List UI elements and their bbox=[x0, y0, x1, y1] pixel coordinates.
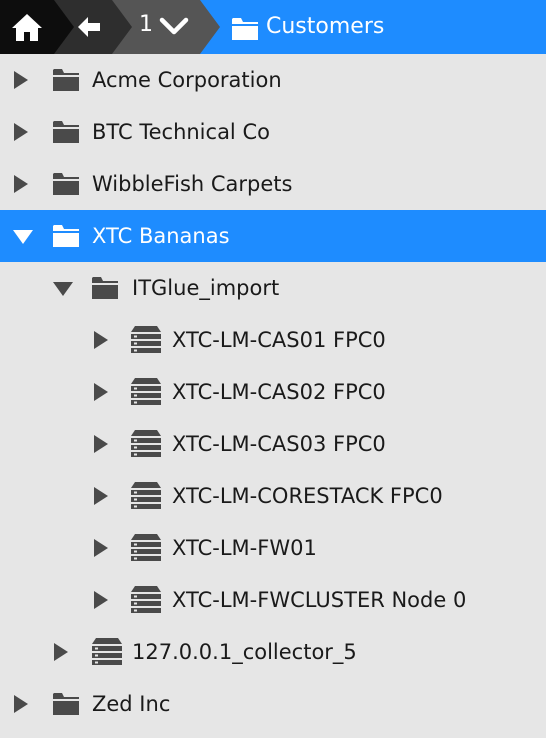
customer-tree: Acme Corporation BTC Technical Co Wibble… bbox=[0, 54, 546, 730]
tree-item[interactable]: Zed Inc bbox=[0, 678, 546, 730]
breadcrumb-current-label: Customers bbox=[266, 14, 385, 39]
tree-item[interactable]: XTC-LM-FW01 bbox=[0, 522, 546, 574]
server-icon bbox=[131, 378, 161, 405]
tree-item-label: XTC-LM-CAS02 FPC0 bbox=[172, 380, 386, 404]
server-icon bbox=[131, 586, 161, 613]
caret-right-icon[interactable] bbox=[92, 538, 110, 558]
caret-right-icon[interactable] bbox=[12, 694, 30, 714]
caret-right-icon[interactable] bbox=[52, 642, 70, 662]
caret-right-icon[interactable] bbox=[92, 486, 110, 506]
server-icon bbox=[131, 326, 161, 353]
caret-right-icon[interactable] bbox=[12, 70, 30, 90]
tree-item-label: Zed Inc bbox=[92, 692, 171, 716]
caret-right-icon[interactable] bbox=[92, 330, 110, 350]
back-arrow-icon bbox=[78, 17, 100, 37]
tree-item-label: XTC-LM-FWCLUSTER Node 0 bbox=[172, 588, 467, 612]
folder-icon bbox=[53, 69, 79, 91]
caret-right-icon[interactable] bbox=[92, 434, 110, 454]
tree-item[interactable]: XTC-LM-FWCLUSTER Node 0 bbox=[0, 574, 546, 626]
tree-item[interactable]: 127.0.0.1_collector_5 bbox=[0, 626, 546, 678]
folder-icon bbox=[92, 277, 118, 299]
tree-item-label: XTC Bananas bbox=[92, 224, 230, 248]
tree-item-label: XTC-LM-CORESTACK FPC0 bbox=[172, 484, 443, 508]
home-icon bbox=[12, 14, 42, 41]
tree-item[interactable]: ITGlue_import bbox=[0, 262, 546, 314]
breadcrumb: 1 Customers bbox=[0, 0, 546, 54]
tree-item[interactable]: BTC Technical Co bbox=[0, 106, 546, 158]
tree-item-label: ITGlue_import bbox=[132, 276, 280, 300]
server-icon bbox=[131, 482, 161, 509]
tree-item[interactable]: Acme Corporation bbox=[0, 54, 546, 106]
tree-item-label: BTC Technical Co bbox=[92, 120, 270, 144]
folder-icon bbox=[232, 18, 258, 40]
tree-item[interactable]: XTC-LM-CORESTACK FPC0 bbox=[0, 470, 546, 522]
tree-item[interactable]: XTC-LM-CAS03 FPC0 bbox=[0, 418, 546, 470]
caret-right-icon[interactable] bbox=[12, 122, 30, 142]
caret-right-icon[interactable] bbox=[92, 382, 110, 402]
folder-icon bbox=[53, 225, 79, 247]
server-icon bbox=[92, 638, 122, 665]
tree-item[interactable]: WibbleFish Carpets bbox=[0, 158, 546, 210]
tree-item-label: Acme Corporation bbox=[92, 68, 282, 92]
server-icon bbox=[131, 534, 161, 561]
level-number: 1 bbox=[139, 12, 153, 37]
folder-icon bbox=[53, 121, 79, 143]
caret-down-icon[interactable] bbox=[52, 280, 74, 298]
chevron-down-icon bbox=[159, 17, 189, 35]
tree-item-label: XTC-LM-CAS03 FPC0 bbox=[172, 432, 386, 456]
tree-item-label: 127.0.0.1_collector_5 bbox=[132, 640, 357, 664]
folder-icon bbox=[53, 693, 79, 715]
breadcrumb-home[interactable] bbox=[0, 0, 74, 54]
breadcrumb-current[interactable]: Customers bbox=[200, 0, 546, 54]
server-icon bbox=[131, 430, 161, 457]
tree-item[interactable]: XTC-LM-CAS02 FPC0 bbox=[0, 366, 546, 418]
tree-item-label: XTC-LM-CAS01 FPC0 bbox=[172, 328, 386, 352]
folder-icon bbox=[53, 173, 79, 195]
caret-right-icon[interactable] bbox=[92, 590, 110, 610]
caret-down-icon[interactable] bbox=[12, 228, 34, 246]
tree-item-selected[interactable]: XTC Bananas bbox=[0, 210, 546, 262]
caret-right-icon[interactable] bbox=[12, 174, 30, 194]
tree-item-label: WibbleFish Carpets bbox=[92, 172, 293, 196]
tree-item[interactable]: XTC-LM-CAS01 FPC0 bbox=[0, 314, 546, 366]
tree-item-label: XTC-LM-FW01 bbox=[172, 536, 317, 560]
